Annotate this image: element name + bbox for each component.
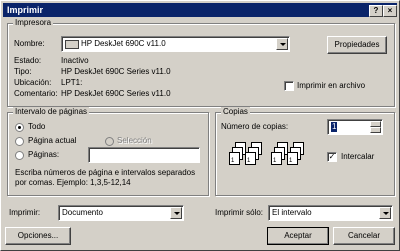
page-icon: 1 [229, 152, 240, 165]
page-icon: 1 [245, 152, 256, 165]
chevron-down-icon[interactable] [379, 207, 391, 219]
range-all-label[interactable]: Todo [28, 122, 45, 132]
print-to-file-label[interactable]: Imprimir en archivo [297, 81, 365, 91]
type-label: Tipo: [14, 67, 32, 76]
page-icon: 1 [287, 152, 298, 165]
comment-value: HP DeskJet 690C Series v11.0 [61, 89, 171, 98]
type-value: HP DeskJet 690C Series v11.0 [61, 67, 171, 76]
collate-label[interactable]: Intercalar [341, 152, 374, 162]
print-what-value: Documento [62, 208, 103, 217]
printer-name-label: Nombre: [14, 39, 45, 48]
print-what-label: Imprimir: [9, 208, 41, 217]
status-value: Inactivo [61, 56, 89, 65]
printer-name-value: HP DeskJet 690C v11.0 [81, 39, 166, 48]
status-label: Estado: [14, 56, 42, 65]
properties-button[interactable]: Propiedades [327, 36, 387, 54]
copies-count-label: Número de copias: [221, 122, 289, 131]
page-icon: 1 [271, 152, 282, 165]
chevron-down-icon[interactable] [276, 38, 288, 50]
range-all-radio[interactable] [15, 123, 24, 132]
range-current-radio[interactable] [15, 137, 24, 146]
pages-input[interactable] [88, 147, 200, 163]
collate-checkbox[interactable]: ✓ [327, 152, 337, 162]
print-only-select[interactable]: El intervalo [268, 205, 393, 221]
range-selection-radio[interactable] [105, 137, 114, 146]
printer-group-label: Impresora [13, 18, 54, 28]
printer-icon [65, 40, 79, 49]
print-only-label: Imprimir sólo: [215, 208, 264, 217]
page-range-group-label: Intervalo de páginas [13, 107, 90, 117]
dialog-title: Imprimir [7, 5, 44, 15]
copies-count-input[interactable]: 1 [327, 119, 383, 135]
options-button[interactable]: Opciones... [5, 227, 71, 245]
print-to-file-checkbox[interactable] [284, 81, 294, 91]
close-button[interactable]: × [383, 5, 397, 17]
print-only-value: El intervalo [272, 208, 312, 217]
help-button[interactable]: ? [369, 5, 383, 17]
copies-group-label: Copias [221, 107, 250, 117]
range-hint-line1: Escriba números de página e intervalos s… [15, 168, 196, 177]
range-selection-label: Selección [117, 136, 152, 145]
title-bar: Imprimir ? × [3, 3, 397, 17]
range-hint-line2: por comas. Ejemplo: 1,3,5-12,14 [15, 178, 131, 187]
location-label: Ubicación: [14, 78, 52, 87]
location-value: LPT1: [61, 78, 83, 87]
range-pages-label[interactable]: Páginas: [28, 150, 59, 160]
range-pages-radio[interactable] [15, 151, 24, 160]
ok-button[interactable]: Aceptar [267, 227, 329, 245]
print-dialog: Imprimir ? × Impresora Nombre: HP DeskJe… [0, 0, 400, 251]
spin-down-icon[interactable] [370, 127, 381, 133]
printer-name-select[interactable]: HP DeskJet 690C v11.0 [61, 36, 290, 52]
print-what-select[interactable]: Documento [58, 205, 184, 221]
cancel-button[interactable]: Cancelar [333, 227, 395, 245]
chevron-down-icon[interactable] [170, 207, 182, 219]
comment-label: Comentario: [14, 89, 58, 98]
copies-count-value: 1 [331, 122, 338, 132]
range-current-label[interactable]: Página actual [28, 136, 76, 146]
